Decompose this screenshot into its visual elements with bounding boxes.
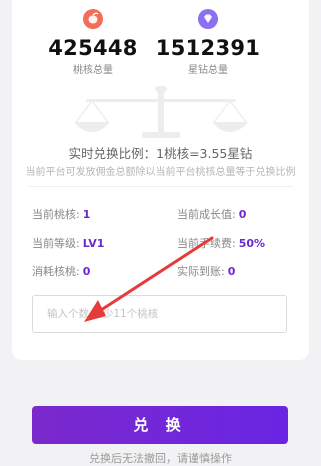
- exchange-amount-input[interactable]: [33, 296, 286, 332]
- current-level-label: 当前等级:: [32, 237, 80, 250]
- exchange-button[interactable]: 兑 换: [32, 406, 288, 444]
- current-peach-label: 当前桃核:: [32, 208, 80, 221]
- consume-peach-label: 消耗核桃:: [32, 265, 80, 278]
- current-fee-value: 50%: [238, 237, 266, 250]
- diamond-total-label: 星钻总量: [188, 65, 228, 76]
- consume-peach-row: 消耗核桃: 0: [32, 263, 90, 279]
- divider: [28, 186, 293, 187]
- current-level-row: 当前等级: LV1: [32, 235, 104, 251]
- ratio-note-text: 当前平台可发放佣金总额除以当前平台桃核总量等于兑换比例: [25, 167, 296, 178]
- diamond-icon: [198, 9, 218, 29]
- peach-total-label: 桃核总量: [73, 65, 113, 76]
- current-peach-value: 1: [82, 208, 91, 221]
- current-growth-label: 当前成长值:: [177, 208, 236, 221]
- consume-peach-value: 0: [82, 265, 91, 278]
- current-growth-row: 当前成长值: 0: [177, 206, 246, 222]
- actual-received-label: 实际到账:: [177, 265, 225, 278]
- irreversible-tip: 兑换后无法撤回，请谨慎操作: [89, 452, 232, 465]
- balance-scale-icon: [74, 86, 248, 138]
- current-peach-row: 当前桃核: 1: [32, 206, 90, 222]
- peach-icon: [83, 9, 103, 29]
- actual-received-row: 实际到账: 0: [177, 263, 235, 279]
- current-fee-label: 当前手续费:: [177, 237, 236, 250]
- peach-total-value: 425448: [48, 36, 138, 60]
- current-level-value: LV1: [82, 237, 105, 250]
- diamond-total-value: 1512391: [155, 36, 261, 60]
- current-fee-row: 当前手续费: 50%: [177, 235, 265, 251]
- exchange-ratio-text: 实时兑换比例：1桃核=3.55星钻: [68, 146, 253, 161]
- exchange-amount-field[interactable]: [32, 295, 287, 333]
- actual-received-value: 0: [227, 265, 236, 278]
- peach-total-stat: 425448 桃核总量: [38, 0, 148, 76]
- current-growth-value: 0: [238, 208, 247, 221]
- diamond-total-stat: 1512391 星钻总量: [153, 0, 263, 76]
